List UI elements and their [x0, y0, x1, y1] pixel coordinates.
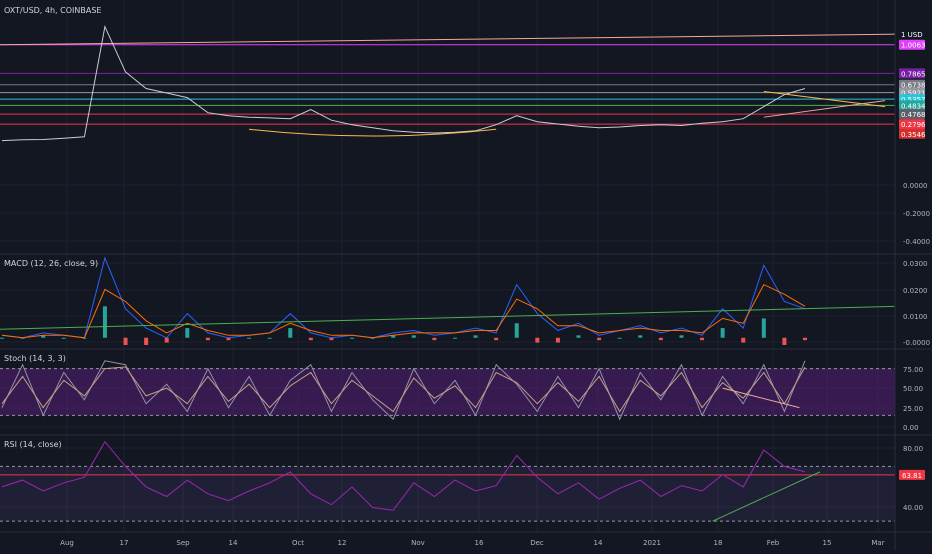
indicator-axis-tick-label-0: 0.0200 [903, 287, 928, 295]
price-pane-title: OXT/USD, 4h, COINBASE [4, 6, 102, 15]
macd-histogram-bar [350, 337, 355, 339]
indicator-axis-tick-label-1: 75.00 [903, 366, 923, 374]
indicator-axis-tick-label-1: 25.00 [903, 405, 923, 413]
macd-histogram-bar [61, 337, 66, 339]
time-axis-tick-label: Dec [530, 539, 544, 547]
indicator-axis-tick-label-1: 0.00 [903, 424, 919, 432]
time-axis-tick-label: 17 [120, 539, 129, 547]
macd-histogram-bar [638, 335, 643, 338]
macd-histogram-bar [432, 337, 437, 341]
macd-histogram-bar [473, 335, 478, 338]
macd-histogram-bar [123, 337, 128, 345]
macd-pane-title: MACD (12, 26, close, 9) [4, 259, 99, 268]
time-axis-tick-label: Aug [60, 539, 74, 547]
macd-histogram-bar [205, 337, 210, 341]
price-tag-label-7: 0.4768 [901, 111, 926, 119]
time-axis-tick-label: 16 [475, 539, 484, 547]
price-axis-tick-label: 0.0000 [903, 182, 928, 190]
macd-histogram-bar [308, 337, 313, 341]
price-tag-label-0: 1 USD [901, 31, 923, 39]
time-axis-tick-label: 2021 [643, 539, 661, 547]
macd-histogram-bar [267, 337, 272, 339]
macd-histogram-bar [700, 337, 705, 341]
time-axis-tick-label: 14 [594, 539, 603, 547]
indicator-axis-tick-label-2: 80.00 [903, 445, 923, 453]
indicator-axis-tick-label-0: 0.0100 [903, 313, 928, 321]
macd-histogram-bar [288, 328, 293, 338]
time-axis-tick-label: Mar [871, 539, 884, 547]
price-tag-label-9: 0.3546 [901, 131, 926, 139]
macd-histogram-bar [185, 328, 190, 338]
time-axis-tick-label: Nov [411, 539, 425, 547]
price-axis-tick-label: -0.2000 [903, 210, 930, 218]
time-axis-tick-label: Feb [767, 539, 780, 547]
macd-histogram-bar [658, 337, 663, 341]
chart-stage: 0.0000 -0.2000 -0.4000 1 USD 1.0063 0.7865 0.6… [0, 0, 932, 550]
time-axis-tick-label: Sep [176, 539, 190, 547]
macd-histogram-bar [144, 337, 149, 345]
macd-histogram-bar [247, 337, 252, 339]
time-axis-tick-label: 12 [338, 539, 347, 547]
price-tag-label-8: 0.2796 [901, 121, 926, 129]
indicator-axis-tick-label-0: 0.0300 [903, 260, 928, 268]
price-tag-label-2: 0.7865 [901, 70, 926, 78]
macd-histogram-bar [741, 337, 746, 343]
macd-histogram-bar [803, 337, 807, 341]
chart-canvas[interactable]: 0.0000-0.2000-0.40001 USD1.00630.78650.6… [0, 0, 932, 550]
macd-histogram-bar [164, 337, 169, 343]
rsi-pane-title: RSI (14, close) [4, 440, 62, 449]
indicator-axis-tick-label-2: 40.00 [903, 504, 923, 512]
macd-histogram-bar [597, 337, 602, 341]
time-axis-tick-label: 18 [714, 539, 723, 547]
time-axis-tick-label: 14 [229, 539, 238, 547]
macd-histogram-bar [535, 337, 540, 343]
stoch-pane-title: Stoch (14, 3, 3) [4, 354, 66, 363]
macd-histogram-bar [514, 323, 519, 338]
rsi-value-tag-label: 63.81 [902, 472, 922, 480]
macd-histogram-bar [761, 318, 766, 338]
time-axis-tick-label: 15 [823, 539, 832, 547]
macd-histogram-bar [679, 335, 684, 338]
indicator-axis-tick-label-1: 50.00 [903, 385, 923, 393]
price-tag-label-1: 1.0063 [901, 42, 926, 50]
macd-histogram-bar [576, 335, 581, 338]
macd-histogram-bar [720, 328, 725, 338]
stoch-pane[interactable] [0, 360, 895, 421]
time-axis-tick-label: Oct [292, 539, 304, 547]
macd-histogram-bar [452, 337, 457, 339]
macd-histogram-bar [555, 337, 560, 343]
macd-histogram-bar [617, 337, 622, 339]
macd-histogram-bar [102, 306, 107, 338]
macd-histogram-bar [494, 337, 499, 341]
macd-histogram-bar [0, 337, 4, 339]
macd-histogram-bar [411, 335, 416, 338]
price-axis-tick-label: -0.4000 [903, 238, 930, 246]
indicator-axis-tick-label-0: -0.0000 [903, 339, 930, 347]
macd-histogram-bar [782, 337, 787, 345]
